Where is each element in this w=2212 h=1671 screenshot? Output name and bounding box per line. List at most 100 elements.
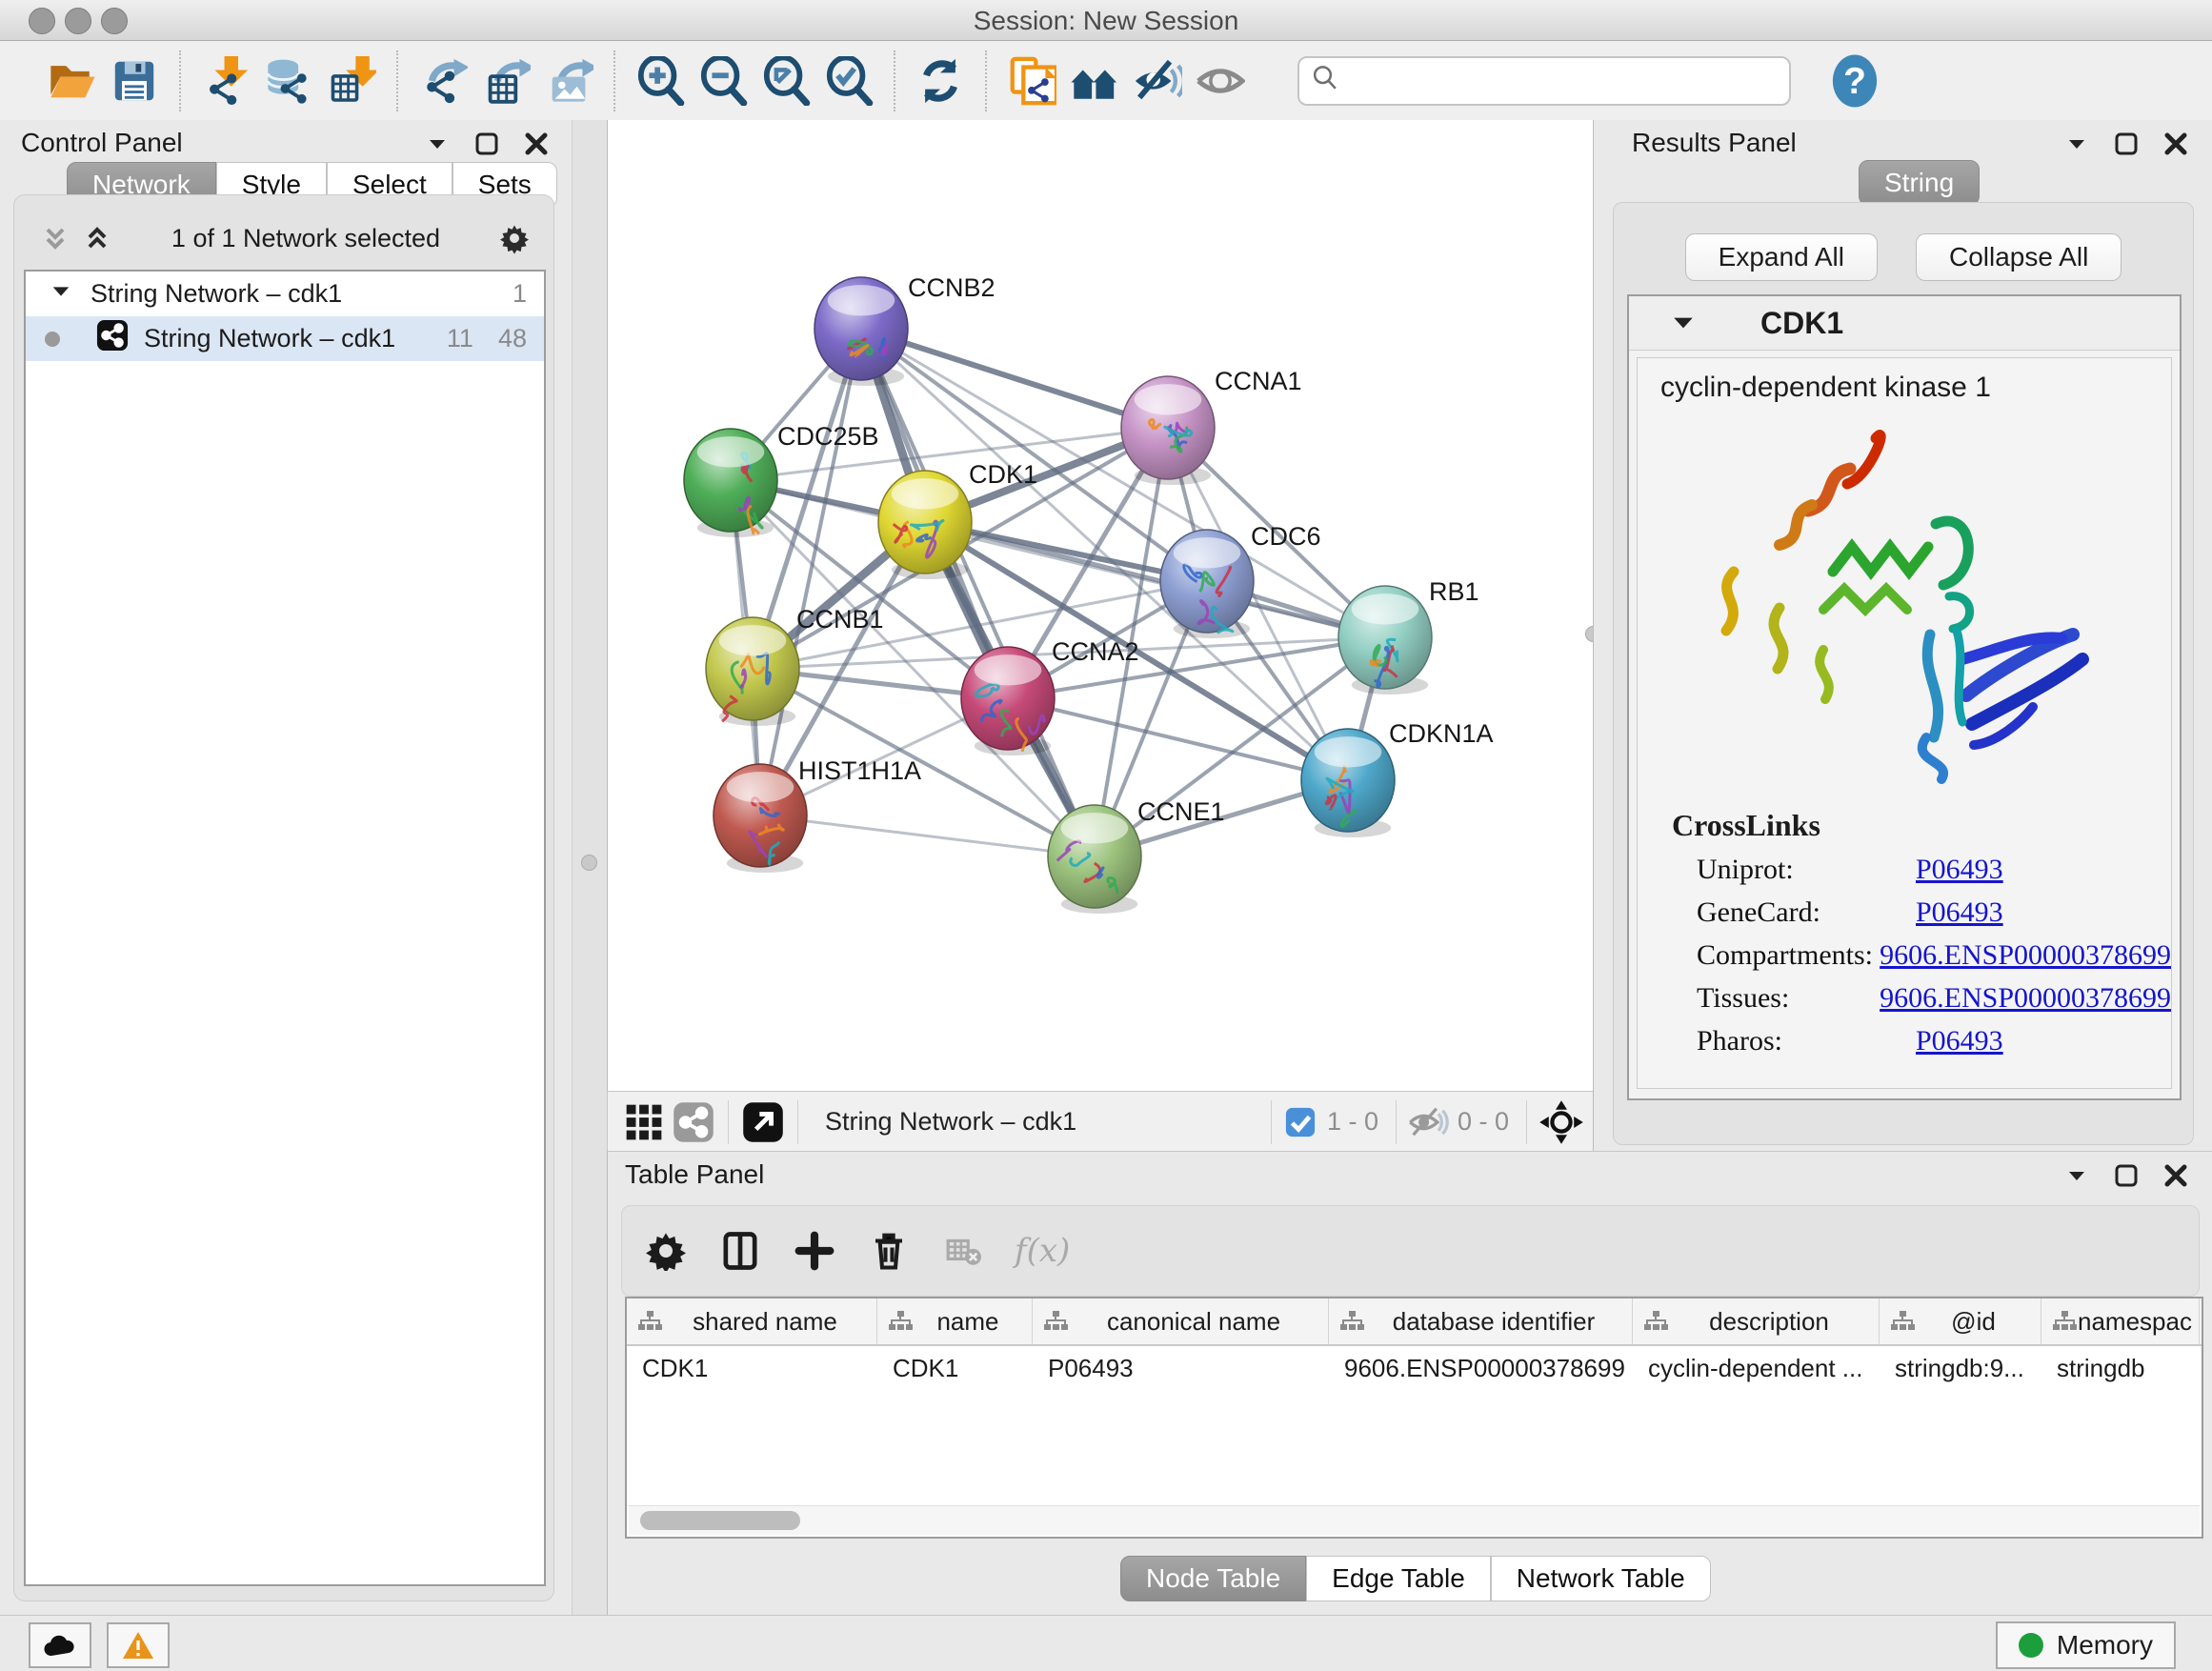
column-header-description[interactable]: description	[1633, 1299, 1880, 1344]
toolbar-button-show-graphics-details[interactable]	[1189, 50, 1252, 111]
hidden-eye-icon[interactable]	[1406, 1097, 1450, 1147]
table-horizontal-scrollbar[interactable]	[629, 1505, 2200, 1535]
collapse-card-icon[interactable]	[1669, 309, 1698, 337]
table-cell[interactable]: stringdb	[2041, 1346, 2200, 1390]
crosslink-link[interactable]: P06493	[1916, 1025, 2003, 1057]
table-cell[interactable]: CDK1	[877, 1346, 1033, 1390]
toolbar-button-refresh[interactable]	[909, 50, 972, 111]
network-node-CDC6[interactable]: CDC6	[1160, 522, 1321, 638]
column-header-shared-name[interactable]: shared name	[627, 1299, 877, 1344]
table-cell[interactable]: 9606.ENSP00000378699	[1329, 1346, 1633, 1390]
table-cell[interactable]: P06493	[1033, 1346, 1329, 1390]
delete-table-icon[interactable]	[940, 1228, 986, 1274]
table-panel: Table Panel f(x) shared namenamecanonica…	[607, 1151, 2212, 1616]
node-card-header[interactable]: CDK1	[1629, 296, 2180, 351]
toolbar-button-import-network[interactable]	[194, 50, 257, 111]
column-header-database-identifier[interactable]: database identifier	[1329, 1299, 1633, 1344]
undock-panel-icon[interactable]	[2112, 130, 2141, 158]
close-panel-icon[interactable]	[2162, 130, 2190, 158]
network-tree-row[interactable]: String Network – cdk11	[26, 272, 544, 316]
collapse-all-button[interactable]: Collapse All	[1916, 233, 2122, 281]
cloud-status-button[interactable]	[29, 1622, 91, 1668]
refresh-icon	[915, 56, 965, 106]
toolbar-button-houses[interactable]	[1063, 50, 1126, 111]
crosslink-link[interactable]: 9606.ENSP00000378699	[1880, 939, 2171, 972]
table-cell[interactable]: cyclin-dependent ...	[1633, 1346, 1880, 1390]
svg-text:?: ?	[1843, 61, 1866, 102]
float-panel-icon[interactable]	[423, 130, 452, 158]
column-header-namespac[interactable]: namespac	[2041, 1299, 2200, 1344]
save-session-icon	[110, 56, 159, 106]
crosslink-row: GeneCard:P06493	[1638, 886, 2171, 929]
function-builder-icon[interactable]: f(x)	[1015, 1232, 1070, 1270]
toolbar-button-export-image[interactable]	[537, 50, 600, 111]
toolbar-button-zoom-selected[interactable]	[817, 50, 880, 111]
toolbar-button-zoom-fit[interactable]	[754, 50, 817, 111]
undock-panel-icon[interactable]	[2112, 1161, 2141, 1190]
column-header--id[interactable]: @id	[1880, 1299, 2041, 1344]
results-panel-title: Results Panel	[1632, 128, 1797, 158]
selected-checkbox-icon[interactable]	[1281, 1097, 1319, 1147]
undock-panel-icon[interactable]	[473, 130, 501, 158]
tab-edge-table[interactable]: Edge Table	[1306, 1556, 1491, 1601]
crosslink-link[interactable]: P06493	[1916, 854, 2003, 886]
collapse-all-networks-icon[interactable]	[41, 224, 70, 252]
crosslink-link[interactable]: 9606.ENSP00000378699	[1880, 982, 2171, 1015]
network-node-CCNB1[interactable]: CCNB1	[706, 605, 884, 726]
expand-all-networks-icon[interactable]	[83, 224, 111, 252]
network-node-HIST1H1A[interactable]: HIST1H1A	[714, 756, 921, 873]
table-options-gear-icon[interactable]	[643, 1228, 689, 1274]
crosslink-label: GeneCard:	[1697, 896, 1916, 929]
left-splitter-grip[interactable]	[581, 855, 597, 871]
birds-eye-view-icon[interactable]	[1537, 1097, 1586, 1147]
close-panel-icon[interactable]	[2162, 1161, 2190, 1190]
toolbar-button-hide-graphics-details[interactable]	[1126, 50, 1189, 111]
help-button[interactable]: ?	[1829, 52, 1880, 110]
tab-node-table[interactable]: Node Table	[1120, 1556, 1306, 1601]
toolbar-button-save-session[interactable]	[103, 50, 166, 111]
create-column-icon[interactable]	[792, 1228, 837, 1274]
toolbar-button-duplicate-network[interactable]	[1000, 50, 1063, 111]
column-header-name[interactable]: name	[877, 1299, 1033, 1344]
float-panel-icon[interactable]	[2062, 1161, 2091, 1190]
table-cell[interactable]: CDK1	[627, 1346, 877, 1390]
memory-button[interactable]: Memory	[1996, 1621, 2176, 1669]
network-edge[interactable]	[760, 815, 1095, 856]
toolbar-button-export-network[interactable]	[412, 50, 474, 111]
open-in-window-icon[interactable]	[738, 1097, 788, 1147]
tab-string[interactable]: String	[1859, 160, 1980, 206]
node-name: CDK1	[1760, 306, 1843, 341]
network-options-gear-icon[interactable]	[500, 224, 529, 252]
grid-view-icon[interactable]	[619, 1097, 669, 1147]
expand-all-button[interactable]: Expand All	[1685, 233, 1878, 281]
delete-column-icon[interactable]	[866, 1228, 912, 1274]
column-header-canonical-name[interactable]: canonical name	[1033, 1299, 1329, 1344]
export-network-icon	[418, 56, 468, 106]
toolbar-button-open-file[interactable]	[40, 50, 103, 111]
toolbar-button-import-table[interactable]	[320, 50, 383, 111]
network-tree-row[interactable]: String Network – cdk11148	[26, 316, 544, 361]
network-node-CDK1[interactable]: CDK1	[878, 460, 1037, 579]
network-edge[interactable]	[861, 329, 1168, 428]
crosslink-link[interactable]: P06493	[1916, 896, 2003, 929]
network-canvas[interactable]: CCNB2CCNA1CDC25BCDK1CDC6RB1CCNB1CCNA2CDK…	[607, 120, 1595, 1091]
table-cell[interactable]: stringdb:9...	[1880, 1346, 2041, 1390]
network-node-RB1[interactable]: RB1	[1338, 577, 1479, 695]
float-panel-icon[interactable]	[2062, 130, 2091, 158]
select-columns-icon[interactable]	[717, 1228, 763, 1274]
tree-expander-icon[interactable]	[50, 279, 71, 309]
network-node-CDKN1A[interactable]: CDKN1A	[1301, 719, 1494, 837]
warnings-button[interactable]	[107, 1622, 170, 1668]
tab-network-table[interactable]: Network Table	[1491, 1556, 1711, 1601]
search-input[interactable]	[1339, 65, 1778, 96]
scrollbar-thumb[interactable]	[640, 1511, 800, 1530]
network-node-CCNE1[interactable]: CCNE1	[1048, 797, 1225, 914]
table-row[interactable]: CDK1CDK1P064939606.ENSP00000378699cyclin…	[627, 1346, 2202, 1390]
search-box[interactable]	[1297, 56, 1791, 106]
share-network-icon[interactable]	[669, 1097, 718, 1147]
toolbar-button-import-database[interactable]	[257, 50, 320, 111]
toolbar-button-zoom-out[interactable]	[692, 50, 754, 111]
toolbar-button-zoom-in[interactable]	[629, 50, 692, 111]
close-panel-icon[interactable]	[522, 130, 551, 158]
toolbar-button-export-table[interactable]	[474, 50, 537, 111]
